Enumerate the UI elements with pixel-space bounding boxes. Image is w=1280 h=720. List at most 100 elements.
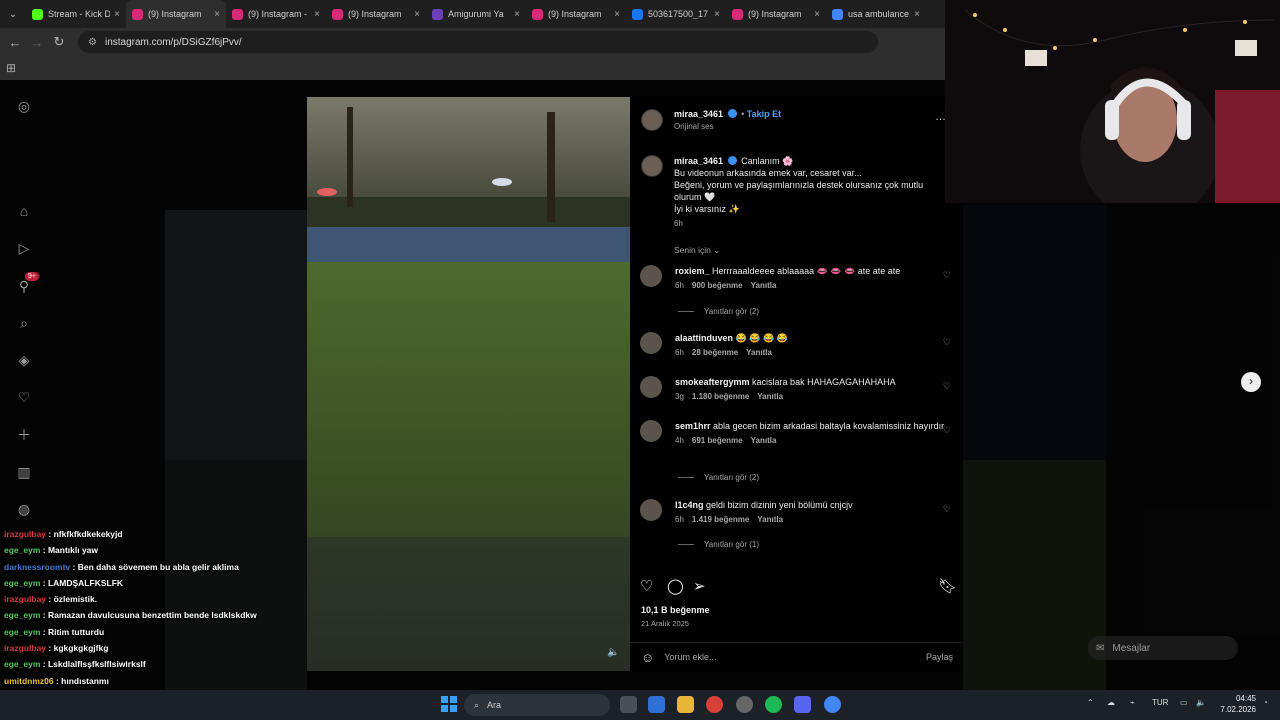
commenter-username[interactable]: l1c4ng xyxy=(675,500,704,510)
emoji-icon[interactable]: ☺ xyxy=(641,650,654,665)
browser-tab[interactable]: (9) Instagram × xyxy=(526,0,626,28)
taskbar-search[interactable]: ⌕ Ara xyxy=(464,694,610,716)
like-heart-icon[interactable]: ♡ xyxy=(640,577,653,595)
commenter-avatar[interactable] xyxy=(640,376,662,398)
search-icon[interactable]: ⌕ xyxy=(14,313,34,333)
tab-close-icon[interactable]: × xyxy=(614,9,620,20)
clock[interactable]: 04:45 7.02.2026 xyxy=(1206,693,1256,715)
chrome-active-icon[interactable] xyxy=(824,696,841,713)
post-comment-button[interactable]: Paylaş xyxy=(926,652,953,662)
comment-bubble-icon[interactable]: ◯ xyxy=(667,577,684,595)
browser-tab[interactable]: (9) Instagram × xyxy=(326,0,426,28)
commenter-username[interactable]: smokeaftergymm xyxy=(675,377,750,387)
language-indicator[interactable]: TUR xyxy=(1152,698,1168,707)
share-send-icon[interactable]: ➢ xyxy=(693,577,706,595)
windows-start-icon[interactable] xyxy=(441,696,457,712)
comment-likes[interactable]: 1.180 beğenme xyxy=(692,392,749,401)
reload-icon[interactable]: ↻ xyxy=(48,31,70,53)
comment-like-heart-icon[interactable]: ♡ xyxy=(943,425,951,436)
comment-input[interactable]: Yorum ekle... xyxy=(664,652,926,662)
browser-tab[interactable]: 503617500_17 × xyxy=(626,0,726,28)
browser-tab[interactable]: Amigurumi Ya × xyxy=(426,0,526,28)
view-replies-button[interactable]: Yanıtları gör (2) xyxy=(678,307,759,316)
view-replies-button[interactable]: Yanıtları gör (1) xyxy=(678,540,759,549)
commenter-username[interactable]: sem1hrr xyxy=(675,421,711,431)
tab-close-icon[interactable]: × xyxy=(214,9,220,20)
browser-tab[interactable]: usa ambulance × xyxy=(826,0,926,28)
comment-like-heart-icon[interactable]: ♡ xyxy=(943,337,951,348)
network-icon[interactable]: ▭ xyxy=(1180,698,1188,707)
post-video[interactable]: 🔈 xyxy=(307,97,630,671)
caption-username[interactable]: miraa_3461 xyxy=(674,156,723,166)
tab-close-icon[interactable]: × xyxy=(714,9,720,20)
task-view-icon[interactable] xyxy=(620,696,637,713)
author-username[interactable]: miraa_3461 xyxy=(674,109,723,119)
tab-close-icon[interactable]: × xyxy=(814,9,820,20)
explore-icon[interactable]: ◈ xyxy=(14,350,34,370)
notification-bell-icon[interactable]: ◔ xyxy=(1263,698,1268,707)
dashboard-icon[interactable]: ▥ xyxy=(14,462,34,482)
verified-badge-icon xyxy=(727,156,737,165)
tab-close-icon[interactable]: × xyxy=(914,9,920,20)
sort-dropdown[interactable]: Senin için ⌄ xyxy=(674,245,720,256)
obs-icon[interactable] xyxy=(736,696,753,713)
comment-likes[interactable]: 1.419 beğenme xyxy=(692,515,749,524)
comment-likes[interactable]: 28 beğenme xyxy=(692,348,738,357)
messages-button[interactable]: ✉ Mesajlar xyxy=(1088,636,1238,660)
commenter-avatar[interactable] xyxy=(640,420,662,442)
browser-tab[interactable]: (9) Instagram - × xyxy=(226,0,326,28)
audio-label[interactable]: Orijinal ses xyxy=(674,122,781,131)
home-icon[interactable]: ⌂ xyxy=(14,201,34,221)
bookmark-icon[interactable]: 🔖︎ xyxy=(938,577,957,595)
comment-like-heart-icon[interactable]: ♡ xyxy=(943,504,951,515)
commenter-avatar[interactable] xyxy=(640,499,662,521)
tab-title: Stream - Kick D xyxy=(48,9,111,19)
tab-close-icon[interactable]: × xyxy=(514,9,520,20)
profile-icon[interactable]: ◍ xyxy=(14,499,34,519)
post-side-panel: miraa_3461 • Takip Et Orijinal ses … mir… xyxy=(630,97,963,671)
caption-avatar[interactable] xyxy=(641,155,663,177)
comment-like-heart-icon[interactable]: ♡ xyxy=(943,270,951,281)
spotify-icon[interactable] xyxy=(765,696,782,713)
reply-button[interactable]: Yanıtla xyxy=(746,348,772,357)
heart-icon[interactable]: ♡ xyxy=(14,387,34,407)
browser-tab[interactable]: (9) Instagram × xyxy=(726,0,826,28)
next-post-button[interactable]: › xyxy=(1241,372,1261,392)
comment-likes[interactable]: 691 beğenme xyxy=(692,436,743,445)
url-field[interactable]: ⚙ instagram.com/p/DSiGZf6jPvv/ xyxy=(78,31,878,53)
author-avatar[interactable] xyxy=(641,109,663,131)
reels-icon[interactable]: ▷ xyxy=(14,238,34,258)
like-count[interactable]: 10,1 B beğenme xyxy=(641,605,710,615)
volume-icon[interactable]: 🔈 xyxy=(1196,698,1206,707)
cloud-icon[interactable]: ☁ xyxy=(1107,698,1115,707)
discord-icon[interactable] xyxy=(794,696,811,713)
instagram-logo-icon[interactable]: ◎ xyxy=(14,96,34,116)
tab-close-icon[interactable]: × xyxy=(414,9,420,20)
chat-separator: : xyxy=(40,659,48,670)
view-replies-button[interactable]: Yanıtları gör (2) xyxy=(678,473,759,482)
create-icon[interactable]: ＋ xyxy=(14,425,34,445)
chrome-icon[interactable] xyxy=(706,696,723,713)
comment-likes[interactable]: 900 beğenme xyxy=(692,281,743,290)
reply-button[interactable]: Yanıtla xyxy=(751,281,777,290)
chat-text: Ramazan davulcusuna benzettim bende lsdk… xyxy=(47,610,257,621)
comment-like-heart-icon[interactable]: ♡ xyxy=(943,381,951,392)
reply-button[interactable]: Yanıtla xyxy=(757,515,783,524)
site-info-icon[interactable]: ⚙ xyxy=(88,37,97,48)
tab-close-icon[interactable]: × xyxy=(114,9,120,20)
store-icon[interactable] xyxy=(648,696,665,713)
browser-tab[interactable]: (9) Instagram × xyxy=(126,0,226,28)
commenter-username[interactable]: alaattinduven xyxy=(675,333,733,343)
reply-button[interactable]: Yanıtla xyxy=(757,392,783,401)
tray-chevron-icon[interactable]: ⌃ xyxy=(1087,698,1094,707)
mute-icon[interactable]: 🔈 xyxy=(607,647,619,658)
file-explorer-icon[interactable] xyxy=(677,696,694,713)
chat-separator: : xyxy=(40,577,48,588)
commenter-avatar[interactable] xyxy=(640,332,662,354)
commenter-username[interactable]: roxiem_ xyxy=(675,266,710,276)
follow-button[interactable]: Takip Et xyxy=(747,109,781,119)
tab-close-icon[interactable]: × xyxy=(314,9,320,20)
usb-icon[interactable]: ⌁ xyxy=(1130,698,1135,707)
reply-button[interactable]: Yanıtla xyxy=(751,436,777,445)
commenter-avatar[interactable] xyxy=(640,265,662,287)
